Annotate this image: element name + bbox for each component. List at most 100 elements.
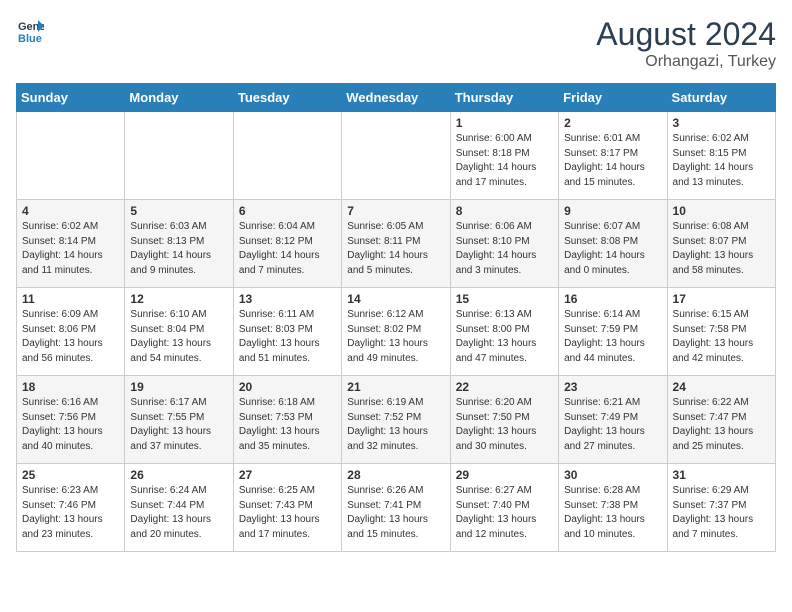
day-number: 6	[239, 204, 336, 218]
calendar-day-cell: 6 Sunrise: 6:04 AM Sunset: 8:12 PM Daylig…	[233, 200, 341, 288]
day-info: Sunrise: 6:00 AM Sunset: 8:18 PM Dayligh…	[456, 132, 553, 190]
calendar-week-row: 1 Sunrise: 6:00 AM Sunset: 8:18 PM Daylig…	[17, 112, 776, 200]
day-info: Sunrise: 6:05 AM Sunset: 8:11 PM Dayligh…	[347, 220, 444, 278]
day-info: Sunrise: 6:24 AM Sunset: 7:44 PM Dayligh…	[130, 484, 227, 542]
weekday-header-cell: Thursday	[450, 84, 558, 112]
day-number: 18	[22, 380, 119, 394]
calendar-day-cell: 16 Sunrise: 6:14 AM Sunset: 7:59 PM Dayli…	[559, 288, 667, 376]
weekday-header-cell: Saturday	[667, 84, 775, 112]
day-info: Sunrise: 6:02 AM Sunset: 8:14 PM Dayligh…	[22, 220, 119, 278]
calendar-day-cell: 19 Sunrise: 6:17 AM Sunset: 7:55 PM Dayli…	[125, 376, 233, 464]
calendar-week-row: 4Sunrise: 6:02 AM Sunset: 8:14 PM Daylig…	[17, 200, 776, 288]
svg-text:Blue: Blue	[18, 33, 42, 44]
calendar-day-cell: 12 Sunrise: 6:10 AM Sunset: 8:04 PM Dayli…	[125, 288, 233, 376]
title-block: August 2024 Orhangazi, Turkey	[596, 16, 776, 71]
day-number: 31	[673, 468, 770, 482]
calendar-day-cell	[233, 112, 341, 200]
calendar-week-row: 11 Sunrise: 6:09 AM Sunset: 8:06 PM Dayli…	[17, 288, 776, 376]
location-subtitle: Orhangazi, Turkey	[596, 53, 776, 71]
calendar-day-cell: 13 Sunrise: 6:11 AM Sunset: 8:03 PM Dayli…	[233, 288, 341, 376]
calendar-day-cell: 10Sunrise: 6:08 AM Sunset: 8:07 PM Dayli…	[667, 200, 775, 288]
day-number: 3	[673, 116, 770, 130]
calendar-day-cell: 3 Sunrise: 6:02 AM Sunset: 8:15 PM Daylig…	[667, 112, 775, 200]
calendar-day-cell: 22 Sunrise: 6:20 AM Sunset: 7:50 PM Dayli…	[450, 376, 558, 464]
day-info: Sunrise: 6:15 AM Sunset: 7:58 PM Dayligh…	[673, 308, 770, 366]
day-number: 19	[130, 380, 227, 394]
day-info: Sunrise: 6:14 AM Sunset: 7:59 PM Dayligh…	[564, 308, 661, 366]
day-info: Sunrise: 6:07 AM Sunset: 8:08 PM Dayligh…	[564, 220, 661, 278]
logo-icon: General Blue	[16, 16, 44, 44]
day-info: Sunrise: 6:11 AM Sunset: 8:03 PM Dayligh…	[239, 308, 336, 366]
logo: General Blue	[16, 16, 44, 44]
weekday-header-cell: Sunday	[17, 84, 125, 112]
day-number: 13	[239, 292, 336, 306]
calendar-day-cell: 2Sunrise: 6:01 AM Sunset: 8:17 PM Daylig…	[559, 112, 667, 200]
calendar-day-cell: 5 Sunrise: 6:03 AM Sunset: 8:13 PM Daylig…	[125, 200, 233, 288]
day-number: 8	[456, 204, 553, 218]
day-number: 9	[564, 204, 661, 218]
weekday-header-row: SundayMondayTuesdayWednesdayThursdayFrid…	[17, 84, 776, 112]
day-number: 10	[673, 204, 770, 218]
calendar-day-cell: 15Sunrise: 6:13 AM Sunset: 8:00 PM Dayli…	[450, 288, 558, 376]
weekday-header-cell: Wednesday	[342, 84, 450, 112]
day-info: Sunrise: 6:25 AM Sunset: 7:43 PM Dayligh…	[239, 484, 336, 542]
calendar-day-cell: 25 Sunrise: 6:23 AM Sunset: 7:46 PM Dayli…	[17, 464, 125, 552]
day-info: Sunrise: 6:12 AM Sunset: 8:02 PM Dayligh…	[347, 308, 444, 366]
calendar-day-cell: 26 Sunrise: 6:24 AM Sunset: 7:44 PM Dayli…	[125, 464, 233, 552]
calendar-day-cell: 21 Sunrise: 6:19 AM Sunset: 7:52 PM Dayli…	[342, 376, 450, 464]
day-number: 29	[456, 468, 553, 482]
calendar-day-cell	[125, 112, 233, 200]
day-number: 12	[130, 292, 227, 306]
calendar-day-cell: 17 Sunrise: 6:15 AM Sunset: 7:58 PM Dayli…	[667, 288, 775, 376]
day-info: Sunrise: 6:10 AM Sunset: 8:04 PM Dayligh…	[130, 308, 227, 366]
day-number: 25	[22, 468, 119, 482]
day-info: Sunrise: 6:29 AM Sunset: 7:37 PM Dayligh…	[673, 484, 770, 542]
day-info: Sunrise: 6:04 AM Sunset: 8:12 PM Dayligh…	[239, 220, 336, 278]
day-info: Sunrise: 6:28 AM Sunset: 7:38 PM Dayligh…	[564, 484, 661, 542]
day-info: Sunrise: 6:20 AM Sunset: 7:50 PM Dayligh…	[456, 396, 553, 454]
day-number: 28	[347, 468, 444, 482]
calendar-day-cell: 31 Sunrise: 6:29 AM Sunset: 7:37 PM Dayli…	[667, 464, 775, 552]
calendar-day-cell: 4Sunrise: 6:02 AM Sunset: 8:14 PM Daylig…	[17, 200, 125, 288]
day-number: 11	[22, 292, 119, 306]
day-number: 16	[564, 292, 661, 306]
calendar-day-cell: 9 Sunrise: 6:07 AM Sunset: 8:08 PM Daylig…	[559, 200, 667, 288]
day-info: Sunrise: 6:19 AM Sunset: 7:52 PM Dayligh…	[347, 396, 444, 454]
calendar-day-cell: 14Sunrise: 6:12 AM Sunset: 8:02 PM Dayli…	[342, 288, 450, 376]
day-number: 7	[347, 204, 444, 218]
day-number: 22	[456, 380, 553, 394]
day-number: 1	[456, 116, 553, 130]
calendar-body: 1 Sunrise: 6:00 AM Sunset: 8:18 PM Daylig…	[17, 112, 776, 552]
day-info: Sunrise: 6:21 AM Sunset: 7:49 PM Dayligh…	[564, 396, 661, 454]
day-number: 26	[130, 468, 227, 482]
calendar-day-cell: 27Sunrise: 6:25 AM Sunset: 7:43 PM Dayli…	[233, 464, 341, 552]
calendar-day-cell: 29Sunrise: 6:27 AM Sunset: 7:40 PM Dayli…	[450, 464, 558, 552]
calendar-day-cell: 1 Sunrise: 6:00 AM Sunset: 8:18 PM Daylig…	[450, 112, 558, 200]
calendar-week-row: 25 Sunrise: 6:23 AM Sunset: 7:46 PM Dayli…	[17, 464, 776, 552]
calendar-day-cell: 8 Sunrise: 6:06 AM Sunset: 8:10 PM Daylig…	[450, 200, 558, 288]
day-info: Sunrise: 6:17 AM Sunset: 7:55 PM Dayligh…	[130, 396, 227, 454]
day-info: Sunrise: 6:26 AM Sunset: 7:41 PM Dayligh…	[347, 484, 444, 542]
day-info: Sunrise: 6:16 AM Sunset: 7:56 PM Dayligh…	[22, 396, 119, 454]
day-info: Sunrise: 6:23 AM Sunset: 7:46 PM Dayligh…	[22, 484, 119, 542]
day-number: 30	[564, 468, 661, 482]
weekday-header-cell: Tuesday	[233, 84, 341, 112]
day-info: Sunrise: 6:02 AM Sunset: 8:15 PM Dayligh…	[673, 132, 770, 190]
month-year-title: August 2024	[596, 16, 776, 53]
day-info: Sunrise: 6:06 AM Sunset: 8:10 PM Dayligh…	[456, 220, 553, 278]
day-info: Sunrise: 6:09 AM Sunset: 8:06 PM Dayligh…	[22, 308, 119, 366]
day-number: 17	[673, 292, 770, 306]
day-info: Sunrise: 6:03 AM Sunset: 8:13 PM Dayligh…	[130, 220, 227, 278]
day-info: Sunrise: 6:18 AM Sunset: 7:53 PM Dayligh…	[239, 396, 336, 454]
day-number: 21	[347, 380, 444, 394]
day-number: 23	[564, 380, 661, 394]
day-number: 5	[130, 204, 227, 218]
calendar-day-cell: 28 Sunrise: 6:26 AM Sunset: 7:41 PM Dayli…	[342, 464, 450, 552]
weekday-header-cell: Monday	[125, 84, 233, 112]
day-number: 2	[564, 116, 661, 130]
calendar-day-cell: 7 Sunrise: 6:05 AM Sunset: 8:11 PM Daylig…	[342, 200, 450, 288]
weekday-header-cell: Friday	[559, 84, 667, 112]
calendar-day-cell: 18 Sunrise: 6:16 AM Sunset: 7:56 PM Dayli…	[17, 376, 125, 464]
day-info: Sunrise: 6:22 AM Sunset: 7:47 PM Dayligh…	[673, 396, 770, 454]
day-number: 24	[673, 380, 770, 394]
